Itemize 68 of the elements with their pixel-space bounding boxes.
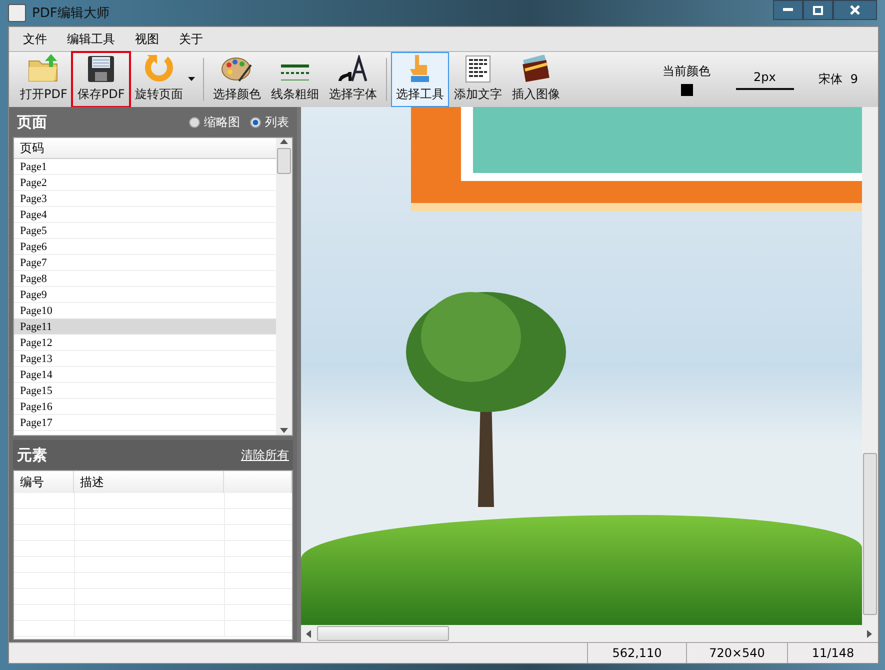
font-letters-icon bbox=[338, 55, 368, 83]
menu-item[interactable]: 文件 bbox=[15, 28, 55, 50]
app-icon bbox=[8, 4, 26, 22]
photo-stack-icon bbox=[520, 55, 551, 83]
line-sample bbox=[736, 88, 794, 90]
maximize-icon bbox=[813, 6, 823, 14]
line-width-value: 2px bbox=[754, 70, 776, 84]
page-row[interactable]: Page2 bbox=[14, 175, 276, 191]
panel-title: 页面 bbox=[17, 112, 47, 132]
text-document-icon bbox=[464, 55, 491, 83]
toolbar-button[interactable]: 旋转页面 bbox=[130, 52, 188, 107]
close-icon bbox=[850, 5, 860, 15]
panel-title: 元素 bbox=[17, 446, 47, 464]
page-row[interactable]: Page9 bbox=[14, 287, 276, 303]
window-title: PDF编辑大师 bbox=[32, 5, 110, 22]
page-row[interactable]: Page11 bbox=[14, 319, 276, 335]
close-button[interactable] bbox=[833, 0, 877, 20]
palette-icon bbox=[220, 55, 253, 83]
scroll-down-arrow-icon[interactable] bbox=[280, 427, 288, 435]
rotate-arrow-icon bbox=[144, 53, 174, 83]
cursor-position: 562,110 bbox=[587, 643, 686, 663]
page-row[interactable]: Page4 bbox=[14, 207, 276, 223]
page-row[interactable]: Page5 bbox=[14, 223, 276, 239]
page-row[interactable]: Page1 bbox=[14, 159, 276, 175]
clear-all-link[interactable]: 清除所有 bbox=[241, 446, 289, 464]
pointing-hand-icon bbox=[408, 53, 432, 83]
maximize-button[interactable] bbox=[803, 0, 833, 20]
font-setting: 宋体 9 bbox=[818, 71, 858, 88]
page-row[interactable]: Page16 bbox=[14, 399, 276, 415]
scrollbar[interactable] bbox=[862, 107, 878, 625]
page-size: 720×540 bbox=[686, 643, 787, 663]
menu-item[interactable]: 视图 bbox=[127, 28, 167, 50]
scroll-up-arrow-icon[interactable] bbox=[280, 138, 288, 146]
menu-item[interactable]: 编辑工具 bbox=[59, 28, 123, 50]
scrollbar[interactable] bbox=[276, 138, 292, 435]
toolbar-button[interactable]: 选择颜色 bbox=[208, 52, 266, 107]
page-row[interactable]: Page6 bbox=[14, 239, 276, 255]
toolbar-button[interactable]: 打开PDF bbox=[15, 52, 72, 107]
minimize-icon bbox=[783, 8, 793, 12]
page-row[interactable]: Page12 bbox=[14, 335, 276, 351]
scroll-thumb[interactable] bbox=[277, 148, 291, 174]
line-weight-icon bbox=[280, 63, 310, 83]
toolbar-button[interactable]: 选择工具 bbox=[390, 52, 449, 107]
dropdown-arrow-icon[interactable] bbox=[188, 77, 195, 82]
toolbar-button[interactable]: 保存PDF bbox=[72, 52, 130, 107]
column-header: 编号 bbox=[14, 471, 74, 494]
page-row[interactable]: Page13 bbox=[14, 351, 276, 367]
toolbar-button[interactable]: 线条粗细 bbox=[266, 52, 324, 107]
page-row[interactable]: Page8 bbox=[14, 271, 276, 287]
column-header: 描述 bbox=[74, 471, 224, 494]
scroll-right-arrow-icon[interactable] bbox=[866, 630, 874, 638]
view-radio[interactable]: 缩略图 bbox=[189, 114, 240, 130]
blank-column-header bbox=[224, 471, 292, 494]
view-radio[interactable]: 列表 bbox=[250, 114, 289, 130]
page-row[interactable]: Page17 bbox=[14, 415, 276, 431]
page-row[interactable]: Page7 bbox=[14, 255, 276, 271]
page-row[interactable]: Page14 bbox=[14, 367, 276, 383]
minimize-button[interactable] bbox=[773, 0, 803, 20]
toolbar-button[interactable]: 添加文字 bbox=[448, 52, 507, 107]
page-row[interactable]: Page15 bbox=[14, 383, 276, 399]
toolbar-button[interactable]: 选择字体 bbox=[324, 52, 382, 107]
toolbar-button[interactable]: 插入图像 bbox=[506, 52, 565, 107]
scrollbar[interactable] bbox=[301, 625, 878, 642]
current-color-label: 当前颜色 bbox=[662, 63, 711, 80]
page-row[interactable]: Page3 bbox=[14, 191, 276, 207]
menu-item[interactable]: 关于 bbox=[171, 28, 211, 50]
scroll-left-arrow-icon[interactable] bbox=[305, 630, 313, 638]
page-number: 11/148 bbox=[787, 643, 878, 663]
